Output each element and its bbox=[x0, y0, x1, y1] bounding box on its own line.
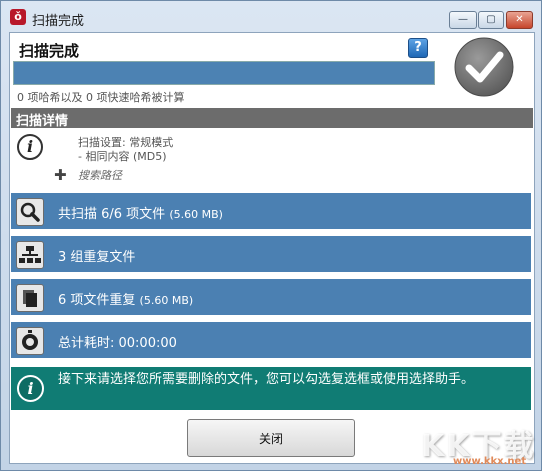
stopwatch-icon bbox=[16, 327, 44, 355]
document-copy-icon bbox=[16, 284, 44, 312]
summary-row-time: 总计耗时: 00:00:00 bbox=[11, 322, 531, 358]
checkmark-circle-icon bbox=[454, 37, 514, 97]
summary-text: 3 组重复文件 bbox=[58, 250, 136, 265]
summary-text: 共扫描 6/6 项文件 bbox=[58, 207, 166, 222]
help-icon[interactable]: ? bbox=[408, 38, 428, 58]
group-tree-icon bbox=[16, 241, 44, 269]
section-title: 扫描详情 bbox=[16, 114, 69, 129]
magnifier-icon bbox=[16, 198, 44, 226]
summary-row-groups: 3 组重复文件 bbox=[11, 236, 531, 272]
section-header: 扫描详情 bbox=[11, 108, 533, 129]
close-button[interactable]: 关闭 bbox=[187, 419, 355, 457]
dialog-content: 扫描完成 ? 0 项哈希以及 0 项快速哈希被计算 扫描详情 i 扫描设置: 常… bbox=[9, 32, 535, 464]
scan-progress-bar bbox=[13, 61, 435, 85]
next-step-notice: i 接下来请选择您所需要删除的文件，您可以勾选复选框或使用选择助手。 bbox=[11, 367, 531, 410]
compare-mode-text: - 相同内容 (MD5) bbox=[78, 150, 167, 163]
app-window: ǒ 扫描完成 — ▢ ✕ 扫描完成 ? 0 项哈希以及 0 项快速哈希被计算 扫… bbox=[0, 0, 542, 471]
summary-size: (5.60 MB) bbox=[169, 208, 223, 221]
info-icon: i bbox=[17, 375, 44, 402]
watermark-url: www.kkx.net bbox=[453, 456, 527, 467]
app-logo-icon: ǒ bbox=[10, 9, 26, 25]
close-icon: ✕ bbox=[515, 14, 524, 25]
window-title: 扫描完成 bbox=[32, 14, 85, 29]
plus-icon[interactable]: ✚ bbox=[54, 166, 67, 184]
summary-size: (5.60 MB) bbox=[139, 294, 194, 307]
title-bar[interactable]: ǒ 扫描完成 — ▢ ✕ bbox=[1, 1, 541, 33]
maximize-button[interactable]: ▢ bbox=[478, 11, 504, 29]
page-title: 扫描完成 bbox=[19, 42, 80, 60]
minimize-icon: — bbox=[458, 14, 468, 25]
summary-row-duplicates: 6 项文件重复 (5.60 MB) bbox=[11, 279, 531, 315]
hash-count-text: 0 项哈希以及 0 项快速哈希被计算 bbox=[17, 91, 185, 104]
maximize-icon: ▢ bbox=[486, 14, 496, 25]
close-window-button[interactable]: ✕ bbox=[506, 11, 533, 29]
summary-row-scanned: 共扫描 6/6 项文件 (5.60 MB) bbox=[11, 193, 531, 229]
progress-fill bbox=[14, 62, 434, 84]
minimize-button[interactable]: — bbox=[449, 11, 477, 29]
summary-text: 总计耗时: 00:00:00 bbox=[58, 336, 177, 351]
notice-text: 接下来请选择您所需要删除的文件，您可以勾选复选框或使用选择助手。 bbox=[58, 372, 475, 387]
info-icon: i bbox=[17, 134, 43, 160]
search-path-link[interactable]: 搜索路径 bbox=[78, 167, 122, 183]
summary-text: 6 项文件重复 bbox=[58, 293, 136, 308]
